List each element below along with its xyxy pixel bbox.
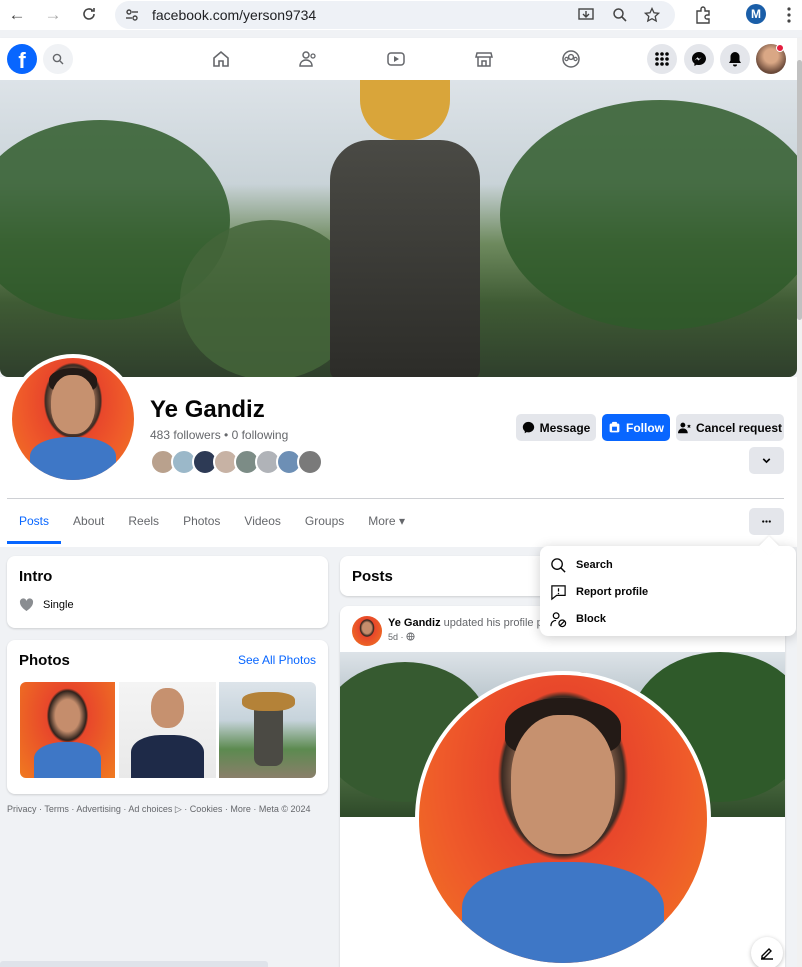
message-button[interactable]: Message: [516, 414, 596, 441]
chevron-down-icon: [762, 458, 771, 464]
browser-toolbar: ← → facebook.com/yerson9734 M: [0, 0, 802, 30]
photo-thumbnail[interactable]: [20, 682, 115, 778]
messenger-button[interactable]: [684, 44, 714, 74]
posts-title: Posts: [352, 568, 393, 585]
site-settings-icon[interactable]: [124, 7, 140, 23]
grid-icon: [655, 52, 669, 66]
zoom-icon[interactable]: [612, 7, 628, 23]
relationship-status: Single: [43, 599, 74, 611]
messenger-icon: [522, 421, 534, 434]
intro-card: Intro Single: [7, 556, 328, 628]
bottom-bar: [0, 961, 268, 967]
notifications-button[interactable]: [720, 44, 750, 74]
photo-thumbnail[interactable]: [119, 682, 216, 778]
tab-photos[interactable]: Photos: [171, 503, 232, 545]
post-timestamp[interactable]: 5d ·: [388, 632, 415, 642]
profile-picture[interactable]: [8, 354, 138, 484]
reload-icon[interactable]: [80, 6, 98, 24]
follow-stats[interactable]: 483 followers • 0 following: [150, 428, 288, 442]
tab-more[interactable]: More ▾: [356, 503, 417, 545]
friends-icon[interactable]: [298, 49, 318, 69]
ellipsis-icon: [762, 520, 771, 523]
install-app-icon[interactable]: [578, 7, 594, 23]
bookmark-star-icon[interactable]: [643, 6, 661, 23]
search-button[interactable]: [43, 44, 73, 74]
photo-thumbnail[interactable]: [219, 682, 316, 778]
tab-about[interactable]: About: [61, 503, 116, 545]
search-icon: [52, 53, 64, 65]
home-icon[interactable]: [211, 49, 231, 69]
cancel-request-button[interactable]: Cancel request: [676, 414, 784, 441]
search-icon: [551, 557, 566, 573]
tab-reels[interactable]: Reels: [116, 503, 171, 545]
friend-avatar[interactable]: [297, 449, 323, 475]
messenger-icon: [692, 52, 706, 66]
footer-links[interactable]: Privacy · Terms · Advertising · Ad choic…: [7, 803, 327, 815]
follow-button[interactable]: Follow: [602, 414, 670, 441]
scrollbar-thumb[interactable]: [797, 60, 802, 320]
video-icon[interactable]: [386, 49, 406, 69]
compose-button[interactable]: [751, 937, 783, 967]
profile-options-menu: Search Report profile Block: [540, 546, 796, 636]
heart-icon: [19, 598, 34, 611]
post-profile-picture[interactable]: [415, 671, 711, 967]
browser-profile-avatar[interactable]: M: [746, 4, 766, 24]
photos-title: Photos: [19, 652, 70, 669]
marketplace-icon[interactable]: [474, 49, 494, 69]
menu-item-block[interactable]: Block: [550, 608, 606, 630]
globe-icon: [406, 632, 415, 641]
tab-groups[interactable]: Groups: [293, 503, 356, 545]
person-icon: [677, 422, 691, 434]
intro-title: Intro: [19, 568, 53, 585]
cover-photo[interactable]: [0, 80, 797, 377]
edit-icon: [761, 948, 773, 960]
facebook-top-bar: f: [0, 38, 802, 80]
post-author[interactable]: Ye Gandiz updated his profile p: [388, 617, 543, 629]
profile-name: Ye Gandiz: [150, 396, 265, 423]
expand-button[interactable]: [749, 447, 784, 474]
tab-videos[interactable]: Videos: [232, 503, 292, 545]
see-all-photos-link[interactable]: See All Photos: [238, 653, 316, 667]
bell-icon: [729, 52, 741, 67]
forward-icon[interactable]: →: [44, 6, 62, 24]
more-options-button[interactable]: [749, 508, 784, 535]
header-divider: [7, 498, 784, 499]
groups-icon[interactable]: [561, 49, 581, 69]
url-text[interactable]: facebook.com/yerson9734: [152, 7, 316, 23]
tab-posts[interactable]: Posts: [7, 503, 62, 545]
post-author-avatar[interactable]: [352, 616, 382, 646]
extensions-icon[interactable]: [694, 6, 712, 24]
back-icon[interactable]: ←: [8, 6, 26, 24]
notification-dot: [776, 44, 784, 52]
friend-avatars[interactable]: [150, 449, 323, 475]
follow-icon: [609, 421, 620, 433]
block-user-icon: [550, 611, 567, 627]
menu-grid-button[interactable]: [647, 44, 677, 74]
report-flag-icon: [551, 584, 566, 600]
menu-item-search[interactable]: Search: [550, 554, 613, 576]
profile-tabs: Posts About Reels Photos Videos Groups More ▾: [7, 503, 417, 545]
facebook-logo-icon[interactable]: f: [7, 44, 37, 74]
menu-item-report-profile[interactable]: Report profile: [550, 581, 648, 603]
address-bar[interactable]: facebook.com/yerson9734: [115, 1, 675, 29]
browser-menu-icon[interactable]: [786, 6, 794, 24]
